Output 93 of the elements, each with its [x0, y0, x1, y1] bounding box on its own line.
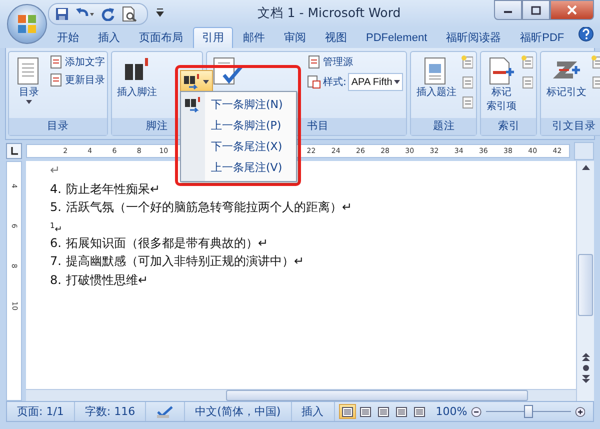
ribbon-button[interactable]: 添加文字: [49, 55, 105, 69]
customize-toolbar-icon[interactable]: [156, 7, 164, 17]
scroll-up-icon[interactable]: [582, 165, 590, 170]
ribbon-button[interactable]: 目录: [12, 55, 46, 104]
ribbon-tab[interactable]: 审阅: [275, 27, 315, 48]
maximize-button[interactable]: [522, 0, 550, 20]
ribbon-button[interactable]: 管理源: [307, 55, 404, 69]
save-icon[interactable]: [55, 6, 69, 20]
paragraph-text: 活跃气氛（一个好的脑筋急转弯能拉两个人的距离）↵: [66, 200, 352, 214]
view-layout-icon: [378, 406, 389, 416]
previous-page-icon[interactable]: [582, 353, 590, 361]
small-command-icon[interactable]: [521, 55, 534, 69]
paragraph-text: 提高幽默感（可加入非特别正规的演讲中）↵: [66, 254, 304, 268]
menu-item[interactable]: 下一条尾注(X): [181, 136, 296, 157]
group-label: 索引: [481, 118, 536, 135]
small-command-icon[interactable]: [521, 75, 534, 89]
page-icon: [49, 73, 63, 87]
view-layout-icon: [414, 406, 425, 416]
list-number: 8.: [50, 272, 62, 288]
ribbon-tab[interactable]: 福昕PDF: [511, 27, 574, 48]
zoom-slider-thumb[interactable]: [524, 405, 534, 418]
small-command-icon[interactable]: [591, 55, 600, 69]
page-icon: [49, 55, 63, 69]
ribbon-button[interactable]: 更新目录: [49, 73, 105, 87]
print-preview-icon[interactable]: [121, 6, 137, 22]
paragraph-text: 拓展知识面（很多都是带有典故的）↵: [66, 236, 268, 250]
footnote-arrow-icon: [184, 97, 202, 113]
vertical-scrollbar[interactable]: [576, 161, 594, 401]
insert-mode[interactable]: 插入: [292, 402, 335, 421]
next-footnote-icon: [183, 74, 201, 90]
ribbon-button[interactable]: 插入脚注: [115, 55, 159, 100]
zoom-out-icon[interactable]: [471, 404, 482, 418]
style-dropdown[interactable]: APA Fifth: [348, 73, 404, 91]
language-status[interactable]: 中文(简体，中国): [185, 402, 292, 421]
book-icon: [307, 55, 321, 69]
style-icon: [307, 75, 321, 89]
ribbon-tab[interactable]: 视图: [316, 27, 356, 48]
list-number: 4.: [50, 180, 62, 198]
dropdown-arrow-icon: [203, 80, 209, 84]
scroll-thumb[interactable]: [226, 390, 528, 401]
word-count[interactable]: 字数: 116: [74, 402, 146, 421]
office-logo-icon: [16, 13, 38, 35]
group-label: 目录: [9, 118, 107, 135]
ribbon-tab[interactable]: PDFelement: [357, 27, 436, 48]
ribbon-tab[interactable]: 福昕阅读器: [437, 27, 510, 48]
close-icon: [567, 4, 577, 14]
style-label: 样式:: [323, 76, 346, 89]
proofing-icon[interactable]: [156, 404, 174, 418]
page-count: 页面: 1/1: [7, 402, 75, 421]
menu-item[interactable]: 上一条尾注(V): [181, 157, 296, 178]
dropdown-arrow-icon: [26, 100, 32, 104]
menu-item[interactable]: 下一条脚注(N): [181, 94, 296, 115]
list-number: 5.: [50, 199, 62, 216]
scroll-thumb[interactable]: [578, 254, 593, 316]
view-layout-icon: [396, 406, 407, 416]
small-command-icon[interactable]: [461, 55, 474, 69]
footnote-reference: $^{1}$↵: [50, 220, 62, 234]
small-command-icon[interactable]: [591, 75, 600, 89]
zoom-level: 100%: [436, 405, 468, 418]
tab-selector[interactable]: [6, 143, 22, 159]
ribbon-button[interactable]: 标记 索引项: [484, 55, 518, 114]
minimize-button[interactable]: [494, 0, 522, 20]
close-button[interactable]: [550, 0, 594, 20]
paragraph-text: 打破惯性思维↵: [66, 272, 148, 286]
window-title: 文档 1 - Microsoft Word: [256, 5, 402, 22]
dropdown-arrow-icon: [394, 80, 400, 84]
group-label: 引文目录: [541, 118, 600, 135]
tab-stop-icon: [10, 147, 18, 155]
ribbon-tab[interactable]: 页面布局: [130, 27, 192, 48]
view-layout-icon: [342, 406, 353, 416]
list-number: 6.: [50, 234, 62, 252]
horizontal-scrollbar[interactable]: [26, 389, 576, 401]
ribbon-tab[interactable]: 引用: [193, 27, 233, 48]
help-icon[interactable]: [578, 26, 594, 42]
small-command-icon[interactable]: [461, 75, 474, 89]
ribbon-tab[interactable]: 邮件: [234, 27, 274, 48]
zoom-in-icon[interactable]: [574, 404, 586, 418]
ribbon-tab[interactable]: 开始: [48, 27, 88, 48]
paragraph-mark: ↵: [50, 162, 60, 179]
group-label: 题注: [411, 118, 476, 135]
ribbon-button[interactable]: 插入题注: [414, 55, 458, 100]
redo-icon[interactable]: [101, 6, 115, 20]
list-number: 7.: [50, 253, 62, 270]
view-button[interactable]: [338, 404, 356, 419]
paragraph-text: 防止老年性痴呆↵: [66, 182, 160, 196]
browse-object-icon[interactable]: [582, 364, 590, 372]
small-command-icon[interactable]: [461, 95, 474, 109]
next-page-icon[interactable]: [582, 375, 590, 383]
office-button[interactable]: [7, 4, 47, 44]
view-layout-icon: [360, 406, 371, 416]
ribbon-button[interactable]: 标记引文: [544, 55, 588, 100]
ribbon-tab[interactable]: 插入: [89, 27, 129, 48]
restore-icon: [531, 4, 541, 14]
